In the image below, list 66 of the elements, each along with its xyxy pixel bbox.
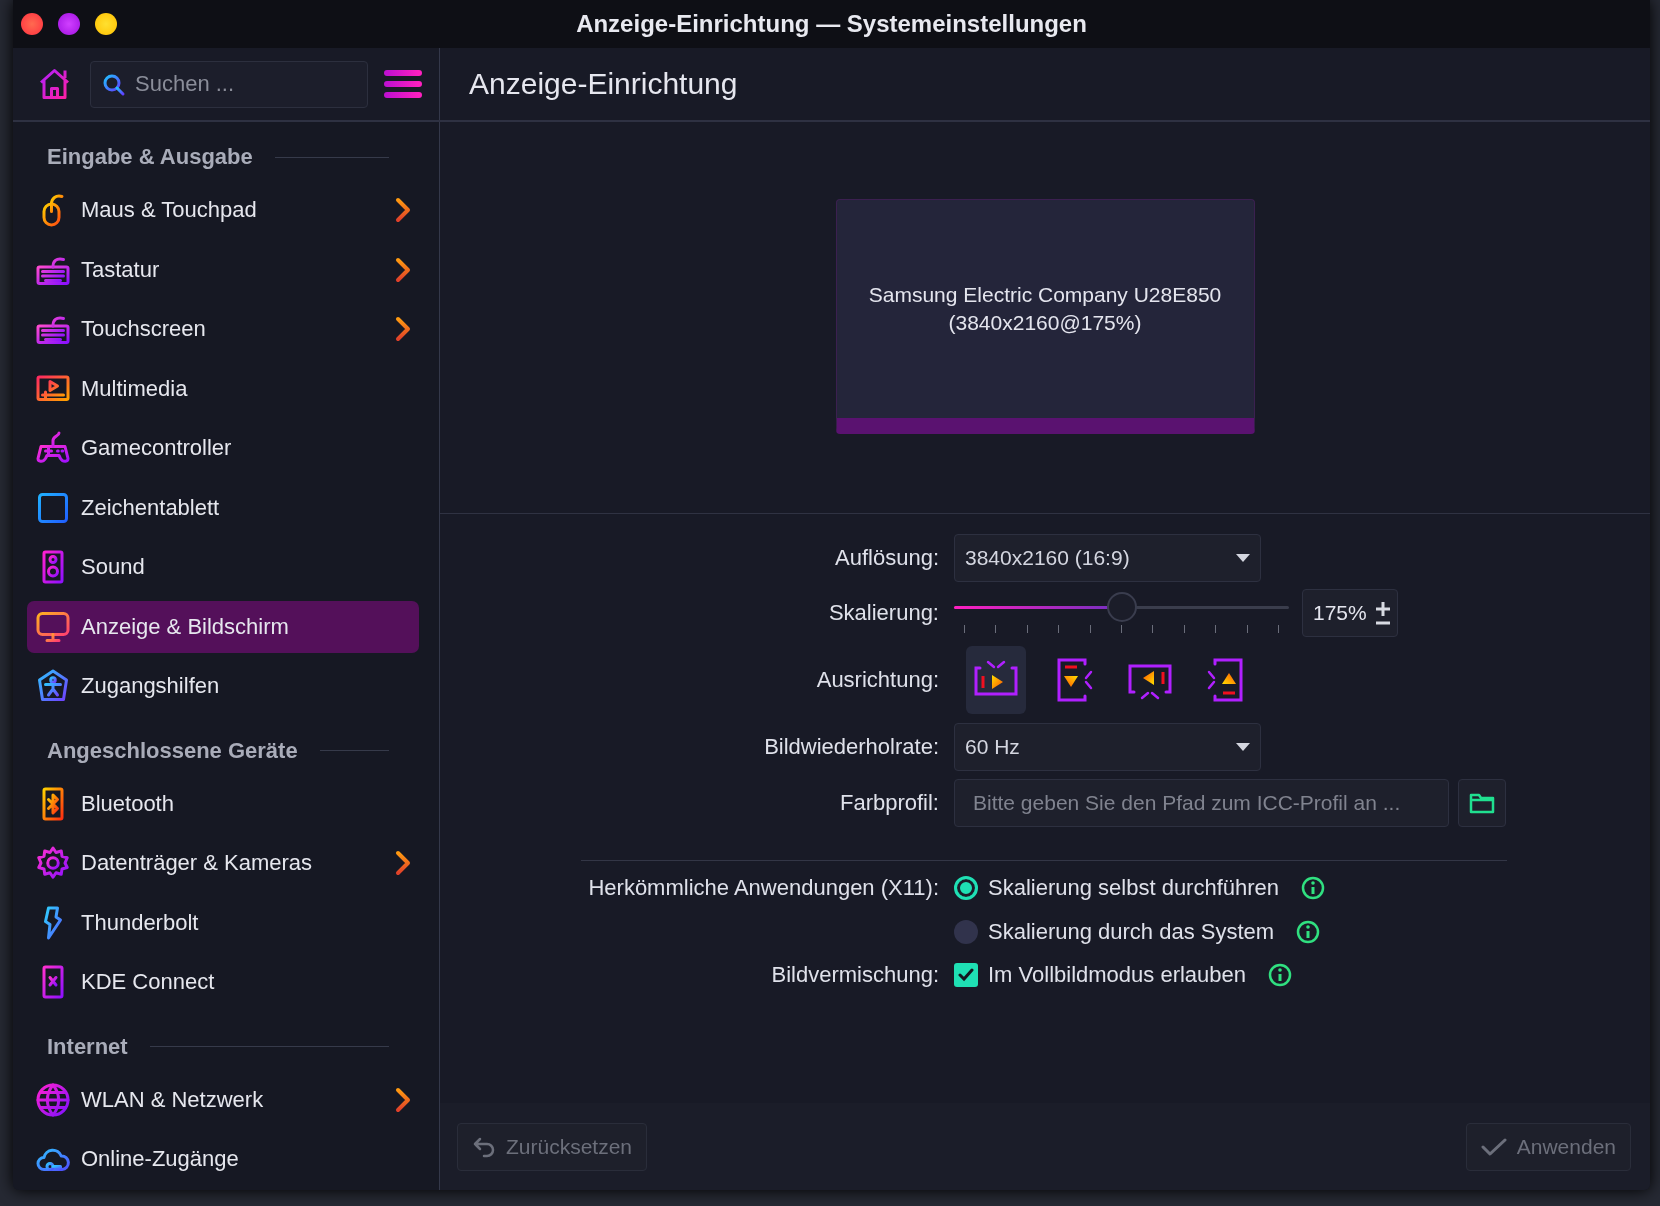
window-title: Anzeige-Einrichtung — Systemeinstellungen bbox=[576, 10, 1087, 37]
orientation-button[interactable] bbox=[966, 646, 1026, 714]
close-button[interactable] bbox=[21, 13, 43, 35]
increase-button[interactable] bbox=[1375, 601, 1391, 617]
menu-button[interactable] bbox=[384, 69, 422, 99]
sidebar-item[interactable]: Zeichentablett bbox=[27, 481, 419, 534]
undo-icon bbox=[472, 1135, 496, 1158]
field-label: Bildwiederholrate: bbox=[763, 734, 939, 760]
decrease-button[interactable] bbox=[1375, 621, 1391, 625]
field-label: Ausrichtung: bbox=[815, 667, 939, 693]
sidebar-item[interactable]: WLAN & Netzwerk bbox=[27, 1073, 419, 1126]
minus-icon bbox=[1375, 621, 1391, 625]
refresh-rate-dropdown[interactable]: 60 Hz bbox=[954, 723, 1261, 771]
globe-icon bbox=[35, 1081, 71, 1118]
sidebar-item[interactable]: Touchscreen bbox=[27, 303, 419, 355]
plus-icon bbox=[1375, 601, 1391, 617]
dropdown-caret-icon bbox=[1236, 554, 1250, 562]
sidebar-item[interactable]: Sound bbox=[27, 541, 419, 593]
search-field[interactable]: Suchen ... bbox=[90, 60, 368, 108]
sidebar-item[interactable]: KDE Connect bbox=[27, 956, 419, 1008]
sidebar-item[interactable]: Maus & Touchpad bbox=[27, 184, 419, 236]
page-title: Anzeige-Einrichtung bbox=[469, 67, 738, 101]
dropdown-caret-icon bbox=[1236, 743, 1250, 751]
section-heading: Angeschlossene Geräte bbox=[47, 737, 298, 764]
monitor-mode: (3840x2160@175%) bbox=[948, 310, 1142, 336]
radio-button[interactable] bbox=[954, 920, 978, 944]
field-label: Auflösung: bbox=[834, 545, 939, 571]
option-label: Im Vollbildmodus erlauben bbox=[988, 962, 1247, 988]
field-label: Bildvermischung: bbox=[770, 962, 939, 988]
checkmark-icon bbox=[958, 968, 974, 982]
field-label: Skalierung: bbox=[827, 600, 939, 626]
option-label: Skalierung durch das System bbox=[988, 919, 1275, 945]
gamepad-icon bbox=[35, 430, 71, 466]
color-profile-field[interactable]: Bitte geben Sie den Pfad zum ICC-Profil an ... bbox=[954, 779, 1449, 827]
section-heading: Eingabe & Ausgabe bbox=[47, 144, 253, 170]
sidebar-item[interactable]: Gamecontroller bbox=[27, 422, 419, 474]
scale-spinbox[interactable]: 175% bbox=[1302, 589, 1398, 637]
field-label: Farbprofil: bbox=[838, 790, 939, 816]
radio-button[interactable] bbox=[954, 876, 978, 900]
sidebar-item[interactable]: Multimedia bbox=[27, 362, 419, 415]
info-icon[interactable] bbox=[1268, 963, 1293, 987]
gear-icon bbox=[35, 845, 71, 881]
option-label: Skalierung selbst durchführen bbox=[988, 875, 1280, 901]
monitor-preview[interactable]: Samsung Electric Company U28E850 (3840x2160@175%) bbox=[835, 199, 1255, 434]
browse-button[interactable] bbox=[1458, 779, 1506, 827]
folder-icon bbox=[1469, 792, 1495, 814]
checkmark-icon bbox=[1480, 1136, 1507, 1157]
sidebar-item[interactable]: Tastatur bbox=[27, 243, 419, 296]
minimize-button[interactable] bbox=[58, 13, 80, 35]
resolution-dropdown[interactable]: 3840x2160 (16:9) bbox=[954, 534, 1261, 582]
section-heading: Internet bbox=[47, 1033, 128, 1060]
sidebar-item[interactable]: Online-Zugänge bbox=[27, 1133, 419, 1185]
sidebar-item[interactable]: Thunderbolt bbox=[27, 896, 419, 949]
sidebar-item[interactable]: Zugangshilfen bbox=[27, 660, 419, 712]
sidebar-item[interactable]: Datenträger & Kameras bbox=[27, 837, 419, 889]
field-label: Herkömmliche Anwendungen (X11): bbox=[587, 875, 939, 901]
person-icon bbox=[35, 668, 71, 704]
info-icon[interactable] bbox=[1301, 876, 1326, 900]
monitor-name: Samsung Electric Company U28E850 bbox=[868, 282, 1222, 308]
checkbox[interactable] bbox=[954, 963, 978, 987]
maximize-button[interactable] bbox=[95, 13, 117, 35]
slider-thumb[interactable] bbox=[1106, 592, 1137, 622]
menu-icon bbox=[384, 69, 422, 99]
sidebar-item[interactable]: Bluetooth bbox=[27, 777, 419, 830]
sidebar-item[interactable]: Anzeige & Bildschirm bbox=[27, 600, 419, 653]
info-icon[interactable] bbox=[1296, 920, 1321, 944]
